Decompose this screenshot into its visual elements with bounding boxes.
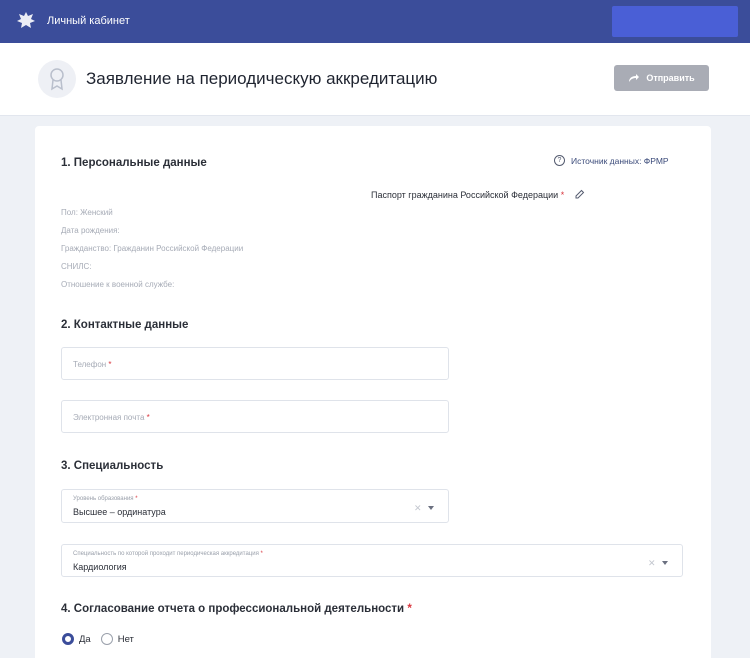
- emblem-icon: [17, 12, 35, 28]
- edit-pencil-icon[interactable]: [574, 189, 585, 200]
- data-source-label: Источник данных: ФРМР: [571, 155, 669, 166]
- clear-icon[interactable]: ✕: [648, 558, 656, 569]
- specialty-value: Кардиология: [73, 562, 127, 572]
- radio-no[interactable]: [100, 633, 113, 645]
- app-title: Личный кабинет: [47, 15, 130, 27]
- form-card: [35, 126, 711, 658]
- education-level-select[interactable]: Уровень образования * Высшее – ординатур…: [61, 489, 449, 523]
- clear-icon[interactable]: ✕: [414, 503, 422, 514]
- specialty-select[interactable]: Специальность по которой проходит период…: [61, 544, 683, 577]
- specialty-label: Специальность по которой проходит период…: [73, 551, 259, 557]
- phone-placeholder: Телефон: [73, 360, 107, 369]
- citizenship-line: Гражданство: Гражданин Российской Федера…: [61, 244, 244, 253]
- section-agreement-title: 4. Согласование отчета о профессионально…: [61, 603, 412, 615]
- section-contacts-title: 2. Контактные данные: [61, 319, 189, 331]
- radio-yes-label[interactable]: Да: [79, 634, 91, 645]
- email-field[interactable]: Электронная почта *: [61, 400, 449, 433]
- snils-line: СНИЛС:: [61, 262, 92, 271]
- passport-field: Паспорт гражданина Российской Федерации …: [371, 189, 585, 200]
- send-button-label: Отправить: [646, 73, 695, 83]
- phone-field[interactable]: Телефон *: [61, 347, 449, 380]
- agreement-radio-group: Да Нет: [62, 633, 144, 645]
- chevron-down-icon[interactable]: [662, 561, 668, 565]
- send-button[interactable]: Отправить: [614, 65, 709, 91]
- section-specialty-title: 3. Специальность: [61, 460, 164, 472]
- education-level-value: Высшее – ординатура: [73, 507, 166, 517]
- send-icon: [629, 74, 640, 82]
- help-icon: ?: [554, 155, 565, 166]
- military-line: Отношение к военной службе:: [61, 280, 175, 289]
- page-title: Заявление на периодическую аккредитацию: [86, 69, 438, 88]
- award-icon: [38, 60, 76, 98]
- page-header: Заявление на периодическую аккредитацию …: [0, 43, 750, 116]
- radio-no-label[interactable]: Нет: [118, 634, 134, 645]
- user-menu[interactable]: [612, 6, 738, 37]
- top-bar: Личный кабинет: [0, 0, 750, 43]
- radio-yes[interactable]: [62, 633, 74, 645]
- education-level-label: Уровень образования: [73, 496, 134, 502]
- gender-line: Пол: Женский: [61, 208, 113, 217]
- email-placeholder: Электронная почта: [73, 413, 145, 422]
- passport-label: Паспорт гражданина Российской Федерации: [371, 189, 559, 200]
- data-source[interactable]: ? Источник данных: ФРМР: [554, 155, 669, 166]
- chevron-down-icon[interactable]: [428, 506, 434, 510]
- birthdate-line: Дата рождения:: [61, 226, 120, 235]
- agreement-title-text: 4. Согласование отчета о профессионально…: [61, 603, 405, 615]
- section-personal-title: 1. Персональные данные: [61, 157, 207, 169]
